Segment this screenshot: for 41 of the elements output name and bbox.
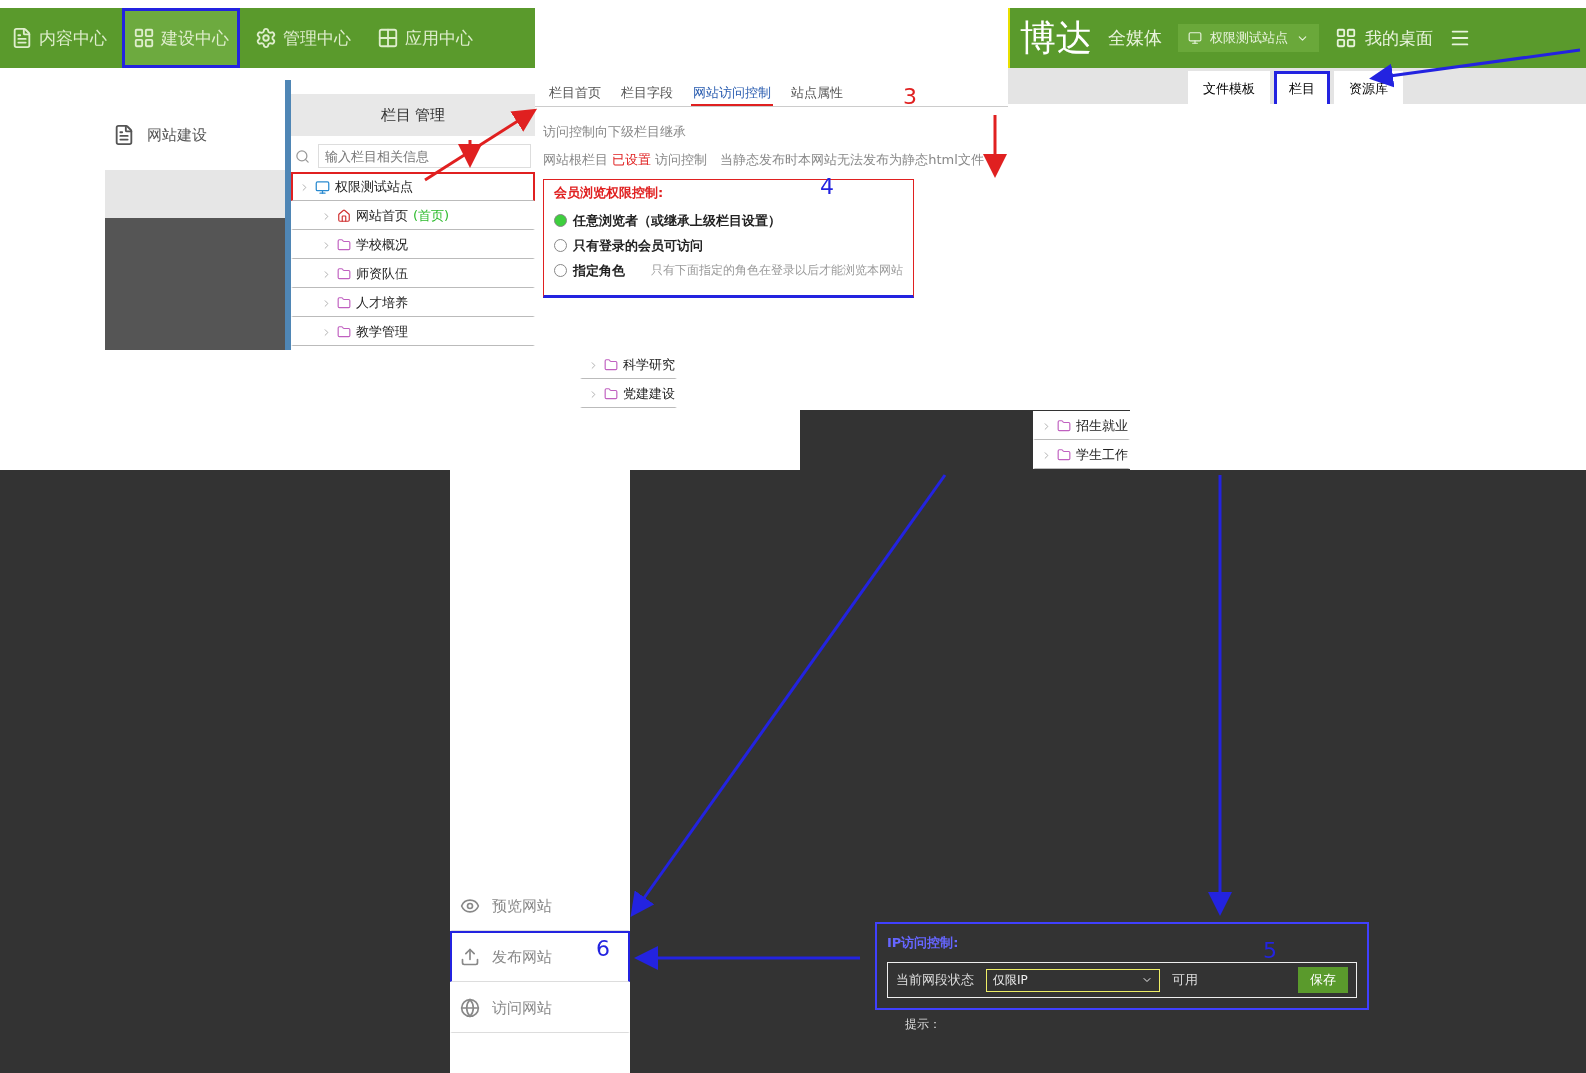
state-label: 可用 [1172,971,1198,989]
step-number: 3 [903,84,917,109]
home-tag: (首页) [413,207,450,225]
tree-item-label: 人才培养 [356,294,408,312]
radio-option[interactable]: 任意浏览者（或继承上级栏目设置） [554,208,781,233]
radio-option[interactable]: 指定角色 只有下面指定的角色在登录以后才能浏览本网站 [554,258,903,283]
logo-text: 博达 [1020,15,1092,60]
tree-item-label: 科学研究 [623,356,675,374]
inherit-note: 访问控制向下级栏目继承 [542,123,687,141]
tree-item-label: 师资队伍 [356,265,408,283]
tree-item-label: 网站首页 [356,207,408,225]
tree-item[interactable]: 权限测试站点 [291,172,535,201]
sidebar-item[interactable]: 网站建设 [105,110,285,160]
status-line: 网站根栏目 已设置 访问控制 当静态发布时本网站无法发布为静态html文件 [542,151,985,169]
ip-note: 提示： [905,1016,942,1033]
tree-item-label: 招生就业 [1076,417,1128,435]
settings-tab[interactable]: 网站访问控制 [691,84,773,106]
option-hint: 只有下面指定的角色在登录以后才能浏览本网站 [651,262,903,279]
search-field[interactable]: 输入栏目相关信息 [318,144,531,168]
tree-item-label: 权限测试站点 [335,178,413,196]
settings-tab[interactable]: 站点属性 [789,84,845,106]
step-number: 5 [1263,938,1277,963]
tree-item-label: 学校概况 [356,236,408,254]
tree-item[interactable]: 学生工作 [1033,440,1130,469]
header-tab[interactable]: 栏目 [1274,71,1330,104]
ip-select[interactable]: 仅限IP [986,968,1160,992]
step-number: 4 [820,174,834,199]
header-tab[interactable]: 文件模板 [1188,71,1270,104]
ip-panel-title: IP访问控制: [887,934,959,952]
tree-item[interactable]: 招生就业 [1033,411,1130,440]
tree-item-label: 学生工作 [1076,446,1128,464]
tree-item-label: 教学管理 [356,323,408,341]
panel-title: 栏目 管理 [291,94,535,136]
tree-item-label: 党建建设 [623,385,675,403]
group-title: 会员浏览权限控制: [554,184,664,202]
settings-tab[interactable]: 栏目字段 [619,84,675,106]
settings-tab[interactable]: 栏目首页 [547,84,603,106]
radio-option[interactable]: 只有登录的会员可访问 [554,233,703,258]
row-label: 当前网段状态 [896,971,974,989]
logo-subtitle: 全媒体 [1108,26,1162,50]
step-number: 6 [596,936,610,961]
